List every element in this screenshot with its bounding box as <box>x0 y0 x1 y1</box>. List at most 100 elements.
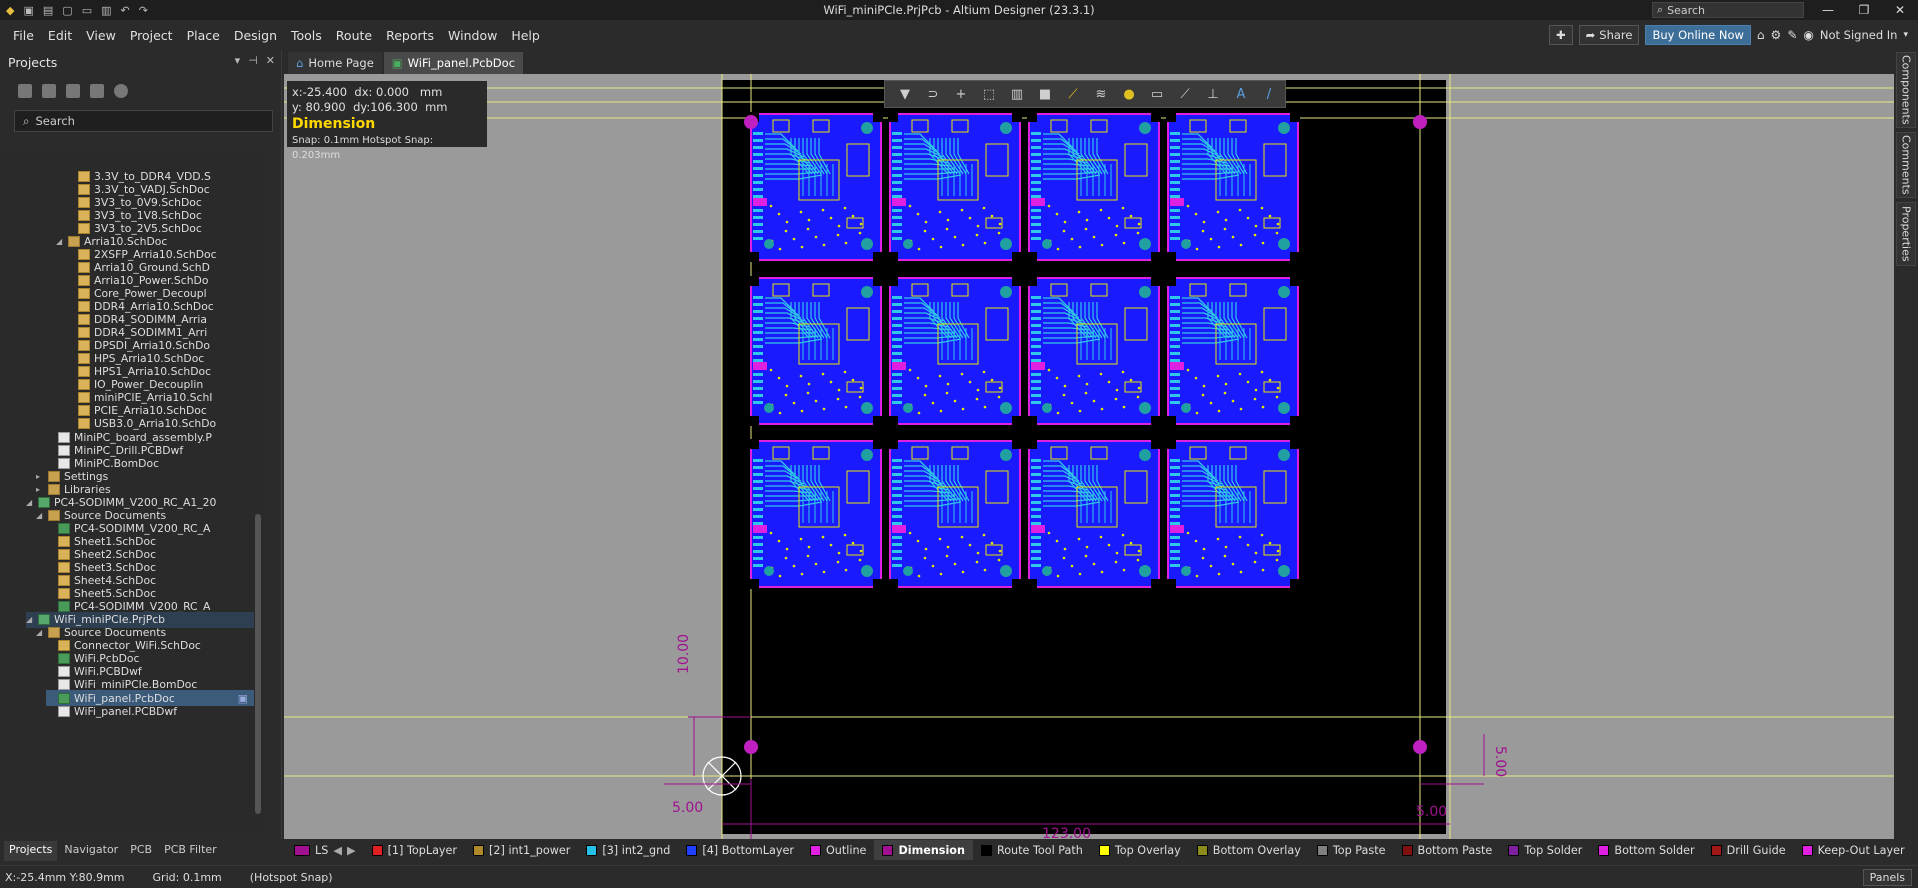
chevron-down-icon[interactable]: ▾ <box>1903 30 1908 40</box>
side-tab-comments[interactable]: Comments <box>1896 132 1916 198</box>
tree-scrollbar-thumb[interactable] <box>255 514 261 814</box>
expand-arrow-icon[interactable]: ◢ <box>36 628 44 637</box>
layer-tab[interactable]: Top Solder <box>1500 840 1590 860</box>
tab-wifi-panel-pcbdoc[interactable]: ▣ WiFi_panel.PcbDoc <box>383 52 524 74</box>
panels-button[interactable]: Panels <box>1862 869 1912 886</box>
tab-home-page[interactable]: ⌂ Home Page <box>288 52 382 74</box>
menu-view[interactable]: View <box>79 28 123 43</box>
line-icon[interactable]: / <box>1255 87 1283 102</box>
menu-design[interactable]: Design <box>227 28 284 43</box>
layer-tab[interactable]: Top Overlay <box>1091 840 1189 860</box>
panel-tab-navigator[interactable]: Navigator <box>59 841 124 861</box>
menu-project[interactable]: Project <box>123 28 180 43</box>
layer-tab[interactable]: Keep-Out Layer <box>1794 840 1913 860</box>
route-icon[interactable]: ⊃ <box>919 87 947 102</box>
layer-tab[interactable]: [3] int2_gnd <box>578 840 678 860</box>
user-status[interactable]: Not Signed In <box>1820 28 1898 42</box>
expand-arrow-icon[interactable]: ◢ <box>26 615 34 624</box>
notifications-icon[interactable]: ✎ <box>1787 28 1797 42</box>
keepout-icon[interactable]: ⟋ <box>1171 87 1199 102</box>
expand-arrow-icon[interactable]: ◢ <box>26 498 34 507</box>
panel-tab-pcb-filter[interactable]: PCB Filter <box>159 841 222 861</box>
gear-icon[interactable]: ⚙ <box>1771 28 1782 42</box>
status-coords: X:-25.4mm Y:80.9mm <box>5 870 125 884</box>
menu-file[interactable]: File <box>6 28 41 43</box>
layer-tab[interactable]: Drill Drawing <box>1913 840 1918 860</box>
menu-route[interactable]: Route <box>329 28 379 43</box>
save-all-icon[interactable]: ▤ <box>43 4 53 17</box>
layer-tab[interactable]: [2] int1_power <box>465 840 578 860</box>
menu-edit[interactable]: Edit <box>41 28 79 43</box>
scroll-right-icon[interactable]: ▶ <box>347 844 356 857</box>
tree-scrollbar[interactable] <box>254 168 262 832</box>
polygon-icon[interactable]: ▭ <box>1143 87 1171 102</box>
side-tab-components[interactable]: Components <box>1896 52 1916 128</box>
hud-unit: mm <box>419 85 443 99</box>
layer-tab[interactable]: Bottom Overlay <box>1189 840 1309 860</box>
interactive-route-icon[interactable]: ⟋ <box>1059 87 1087 102</box>
text-icon[interactable]: A <box>1227 87 1255 102</box>
menu-reports[interactable]: Reports <box>379 28 441 43</box>
undo-icon[interactable]: ↶ <box>121 4 130 17</box>
share-button[interactable]: ➦ Share <box>1578 25 1640 45</box>
layer-tab[interactable]: Outline <box>802 840 874 860</box>
move-icon[interactable]: + <box>947 87 975 102</box>
redo-icon[interactable]: ↷ <box>139 4 148 17</box>
layer-tab[interactable]: Bottom Paste <box>1394 840 1501 860</box>
layer-tab[interactable]: Drill Guide <box>1703 840 1794 860</box>
open-icon[interactable]: ▭ <box>82 4 92 17</box>
maximize-icon[interactable]: ❐ <box>1846 0 1882 20</box>
layer-tab[interactable]: Dimension <box>874 840 973 860</box>
save-icon[interactable]: ▣ <box>23 4 33 17</box>
sch-file-icon <box>78 209 90 221</box>
save-project-icon[interactable] <box>18 84 32 98</box>
comment-button[interactable]: ✚ <box>1549 25 1573 45</box>
layer-color-swatch <box>1196 844 1208 856</box>
pcb-drawing[interactable]: 10.00 5.00 123.00 5.00 5.00 <box>284 74 1894 839</box>
layer-set-button[interactable]: LS ◀ ▶ <box>286 840 364 860</box>
settings-icon[interactable] <box>114 84 128 98</box>
layer-tab[interactable]: Bottom Solder <box>1590 840 1702 860</box>
user-icon[interactable]: ◉ <box>1803 28 1813 42</box>
filter-icon[interactable]: ▼ <box>891 87 919 102</box>
layer-tab[interactable]: Top Paste <box>1309 840 1394 860</box>
align-icon[interactable]: ▥ <box>1003 87 1031 102</box>
panel-menu-icon[interactable]: ▾ <box>235 54 241 67</box>
diff-pair-icon[interactable]: ≋ <box>1087 87 1115 102</box>
expand-arrow-icon[interactable]: ◢ <box>56 237 64 246</box>
expand-arrow-icon[interactable]: ▸ <box>36 485 44 494</box>
compile-icon[interactable] <box>42 84 56 98</box>
select-icon[interactable]: ⬚ <box>975 87 1003 102</box>
global-search[interactable]: ⌕ Search <box>1652 2 1804 18</box>
home-icon[interactable]: ⌂ <box>1757 28 1765 42</box>
tree-item[interactable]: WiFi_panel.PCBDwf <box>46 703 262 719</box>
menu-place[interactable]: Place <box>180 28 227 43</box>
component-icon[interactable]: ■ <box>1031 87 1059 102</box>
panel-tab-projects[interactable]: Projects <box>4 841 58 861</box>
board-instance <box>1166 276 1300 426</box>
pcb-canvas[interactable]: 10.00 5.00 123.00 5.00 5.00 <box>284 74 1894 839</box>
folder-add-icon[interactable] <box>90 84 104 98</box>
projects-search-input[interactable]: ⌕ Search <box>14 110 273 132</box>
layer-tab[interactable]: [1] TopLayer <box>364 840 465 860</box>
menu-tools[interactable]: Tools <box>284 28 329 43</box>
close-icon[interactable]: ✕ <box>1882 0 1918 20</box>
menu-window[interactable]: Window <box>441 28 504 43</box>
pin-icon[interactable]: ⊣ <box>248 54 258 67</box>
buy-online-button[interactable]: Buy Online Now <box>1645 25 1751 45</box>
folder-icon[interactable] <box>66 84 80 98</box>
expand-arrow-icon[interactable]: ◢ <box>36 511 44 520</box>
panel-tab-pcb[interactable]: PCB <box>125 841 158 861</box>
menu-help[interactable]: Help <box>504 28 547 43</box>
layer-tab[interactable]: [4] BottomLayer <box>678 840 802 860</box>
dimension-icon[interactable]: ⊥ <box>1199 87 1227 102</box>
new-icon[interactable]: ▢ <box>62 4 72 17</box>
side-tab-properties[interactable]: Properties <box>1896 202 1916 266</box>
scroll-left-icon[interactable]: ◀ <box>333 844 342 857</box>
layer-tab[interactable]: Route Tool Path <box>973 840 1091 860</box>
open-project-icon[interactable]: ▥ <box>101 4 111 17</box>
panel-close-icon[interactable]: ✕ <box>266 54 275 67</box>
expand-arrow-icon[interactable]: ▸ <box>36 472 44 481</box>
pad-icon[interactable]: ● <box>1115 87 1143 102</box>
minimize-icon[interactable]: — <box>1810 0 1846 20</box>
